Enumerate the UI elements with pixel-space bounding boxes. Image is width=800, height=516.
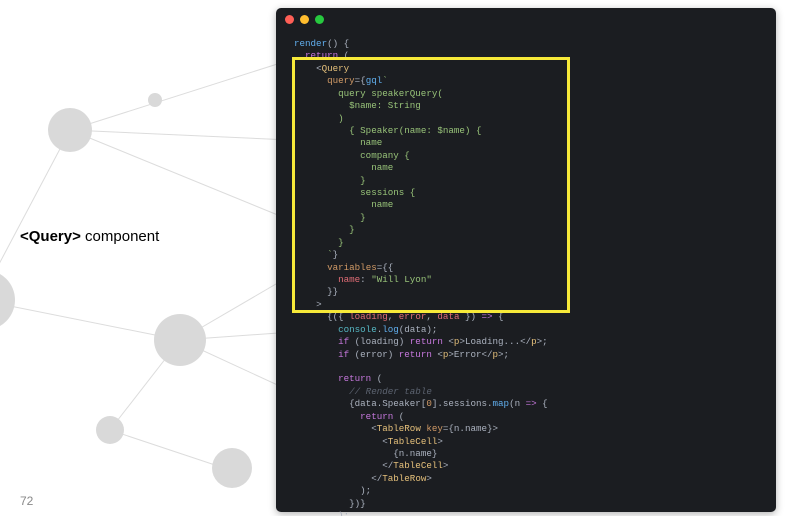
code-editor-window: render() { return ( <Query query={gql` q… [276,8,776,512]
slide: <Query> component 72 render() { return (… [0,0,800,516]
zoom-icon[interactable] [315,15,324,24]
label-bold: <Query> [20,228,81,245]
page-number: 72 [20,494,33,508]
window-controls [285,15,324,24]
minimize-icon[interactable] [300,15,309,24]
code-content: render() { return ( <Query query={gql` q… [276,38,776,506]
label-rest: component [81,228,159,245]
query-component-label: <Query> component [20,228,159,245]
close-icon[interactable] [285,15,294,24]
